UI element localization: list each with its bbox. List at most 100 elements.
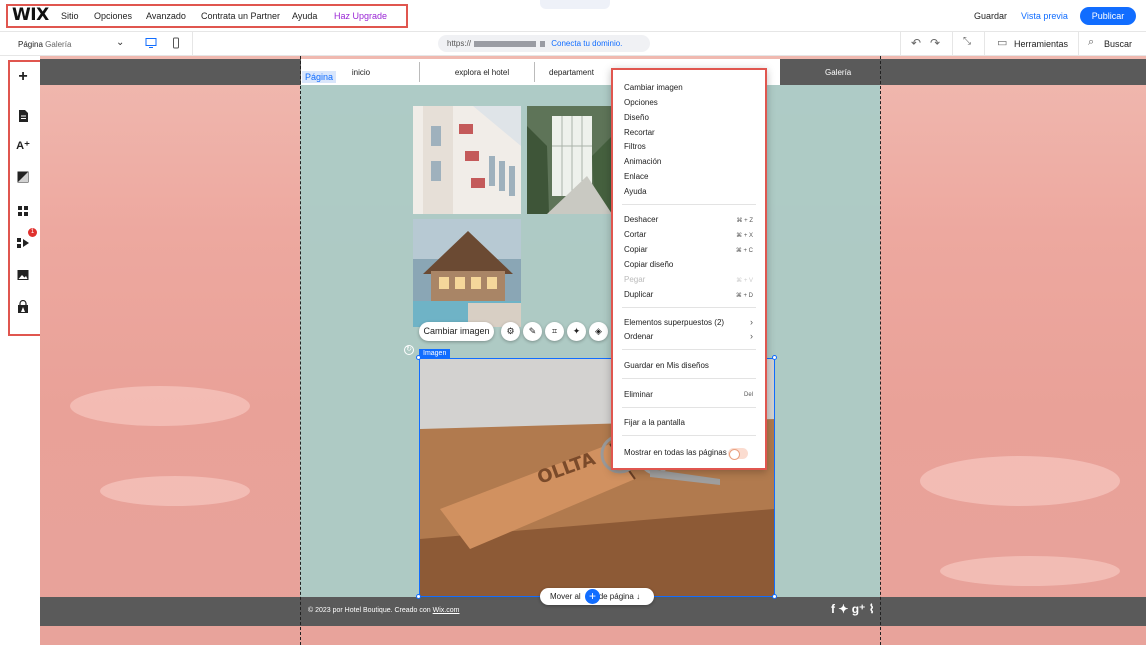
settings-icon[interactable]: ⚙ xyxy=(501,322,520,341)
resize-handle[interactable] xyxy=(772,355,777,360)
ctx-pegar: Pegar xyxy=(624,275,646,284)
divider xyxy=(419,62,420,82)
zoom-out-icon[interactable]: ⤡ xyxy=(963,36,971,47)
connect-domain-link[interactable]: Conecta tu dominio. xyxy=(551,39,622,48)
divider xyxy=(952,32,953,56)
shortcut: ⌘ + X xyxy=(736,233,753,239)
ctx-fijar-pantalla[interactable]: Fijar a la pantalla xyxy=(624,418,685,427)
menu-upgrade[interactable]: Haz Upgrade xyxy=(334,11,387,21)
top-handle xyxy=(540,0,610,9)
move-button-label: Mover al xyxy=(550,592,581,601)
nav-inicio[interactable]: inicio xyxy=(341,68,381,77)
show-all-pages-toggle[interactable] xyxy=(728,448,748,460)
divider xyxy=(900,32,901,56)
undo-icon[interactable]: ↶ xyxy=(911,36,921,50)
social-icons[interactable]: f ✦ g⁺ ⌇ xyxy=(831,602,875,616)
nav-explora-hotel[interactable]: explora el hotel xyxy=(439,68,525,77)
layout-guide xyxy=(300,56,301,645)
gallery-image-building[interactable] xyxy=(413,106,521,214)
layout-guide xyxy=(880,56,881,645)
market-icon[interactable] xyxy=(16,300,30,314)
ctx-enlace[interactable]: Enlace xyxy=(624,172,648,181)
divider xyxy=(192,32,193,56)
resize-handle[interactable] xyxy=(416,594,421,599)
arrow-down-icon: ↓ xyxy=(636,592,641,601)
ctx-ayuda[interactable]: Ayuda xyxy=(624,187,647,196)
context-menu: Cambiar imagen Opciones Diseño Recortar … xyxy=(611,68,767,470)
resize-handle[interactable] xyxy=(416,355,421,360)
ctx-cambiar-imagen[interactable]: Cambiar imagen xyxy=(624,83,683,92)
wix-link[interactable]: Wix.com xyxy=(433,607,460,614)
ctx-eliminar[interactable]: Eliminar xyxy=(624,390,653,399)
shortcut: Del xyxy=(743,392,753,398)
gallery-image-villa[interactable] xyxy=(413,219,521,327)
animation-icon[interactable]: ◈ xyxy=(589,322,608,341)
image-tag: Imagen xyxy=(419,349,451,358)
add-section-icon[interactable]: + xyxy=(585,589,600,604)
nav-galeria[interactable]: Galería xyxy=(825,68,851,77)
url-prefix: https:// xyxy=(447,39,472,48)
ctx-guardar-mis-disenos[interactable]: Guardar en Mis diseños xyxy=(624,361,709,370)
rotate-icon[interactable]: ↻ xyxy=(404,345,414,355)
sand-dune xyxy=(100,476,250,506)
menu-divider xyxy=(622,307,756,308)
apps-icon[interactable] xyxy=(16,204,30,218)
ctx-deshacer[interactable]: Deshacer xyxy=(624,215,658,224)
page-selector-prefix: Página xyxy=(18,40,43,49)
business-apps-icon[interactable] xyxy=(16,236,30,250)
ctx-diseno[interactable]: Diseño xyxy=(624,113,649,122)
desktop-icon[interactable] xyxy=(145,37,157,49)
ctx-animacion[interactable]: Animación xyxy=(624,157,661,166)
menu-divider xyxy=(622,378,756,379)
url-bar[interactable]: https:// Conecta tu dominio. xyxy=(438,35,650,52)
page-tag: Página xyxy=(302,71,337,83)
page-selector[interactable]: Página Galería xyxy=(18,40,71,49)
ctx-cortar[interactable]: Cortar xyxy=(624,230,646,239)
search-button[interactable]: Buscar xyxy=(1104,39,1132,49)
preview-button[interactable]: Vista previa xyxy=(1021,11,1068,21)
sand-dune xyxy=(70,386,250,426)
theme-icon[interactable]: A⁺ xyxy=(16,139,30,153)
ctx-mostrar-todas-paginas[interactable]: Mostrar en todas las páginas xyxy=(624,448,727,457)
menu-avanzado[interactable]: Avanzado xyxy=(146,11,186,21)
add-icon[interactable]: + xyxy=(16,69,30,85)
top-bar: WIX Sitio Opciones Avanzado Contrata un … xyxy=(0,0,1146,32)
shortcut: ⌘ + D xyxy=(735,293,753,299)
ctx-elementos-superpuestos[interactable]: Elementos superpuestos (2) xyxy=(624,318,724,327)
mobile-icon[interactable] xyxy=(170,37,182,49)
menu-ayuda[interactable]: Ayuda xyxy=(292,11,317,21)
filters-icon[interactable]: ✦ xyxy=(567,322,586,341)
gallery-image-garden[interactable] xyxy=(527,106,612,214)
crop-icon[interactable]: ⌗ xyxy=(545,322,564,341)
menu-divider xyxy=(622,349,756,350)
ctx-filtros[interactable]: Filtros xyxy=(624,142,646,151)
save-button[interactable]: Guardar xyxy=(974,11,1007,21)
design-icon[interactable]: ✎ xyxy=(523,322,542,341)
chevron-right-icon: › xyxy=(750,331,753,341)
ctx-duplicar[interactable]: Duplicar xyxy=(624,290,653,299)
editor-canvas[interactable]: inicio explora el hotel departament Gale… xyxy=(40,56,1146,645)
change-image-button[interactable]: Cambiar imagen xyxy=(419,322,494,341)
tools-button[interactable]: Herramientas xyxy=(1014,39,1068,49)
menu-sitio[interactable]: Sitio xyxy=(61,11,79,21)
redo-icon[interactable]: ↷ xyxy=(930,36,940,50)
media-icon[interactable] xyxy=(16,268,30,282)
chevron-right-icon: › xyxy=(750,317,753,327)
ctx-copiar[interactable]: Copiar xyxy=(624,245,648,254)
ctx-opciones[interactable]: Opciones xyxy=(624,98,658,107)
chevron-down-icon[interactable]: ⌄ xyxy=(116,37,124,48)
ctx-copiar-diseno[interactable]: Copiar diseño xyxy=(624,260,673,269)
footer-copyright: © 2023 por Hotel Boutique. Creado con Wi… xyxy=(308,607,459,614)
ctx-recortar[interactable]: Recortar xyxy=(624,128,655,137)
menu-opciones[interactable]: Opciones xyxy=(94,11,132,21)
search-icon[interactable]: ⌕ xyxy=(1088,36,1094,49)
pages-icon[interactable] xyxy=(16,109,30,123)
tools-icon[interactable]: ▭ xyxy=(997,36,1007,49)
resize-handle[interactable] xyxy=(772,594,777,599)
sand-dune xyxy=(940,556,1120,586)
background-icon[interactable] xyxy=(16,170,30,184)
publish-button[interactable]: Publicar xyxy=(1080,7,1136,25)
ctx-ordenar[interactable]: Ordenar xyxy=(624,332,653,341)
shortcut: ⌘ + Z xyxy=(736,218,753,224)
menu-contrata-partner[interactable]: Contrata un Partner xyxy=(201,11,280,21)
